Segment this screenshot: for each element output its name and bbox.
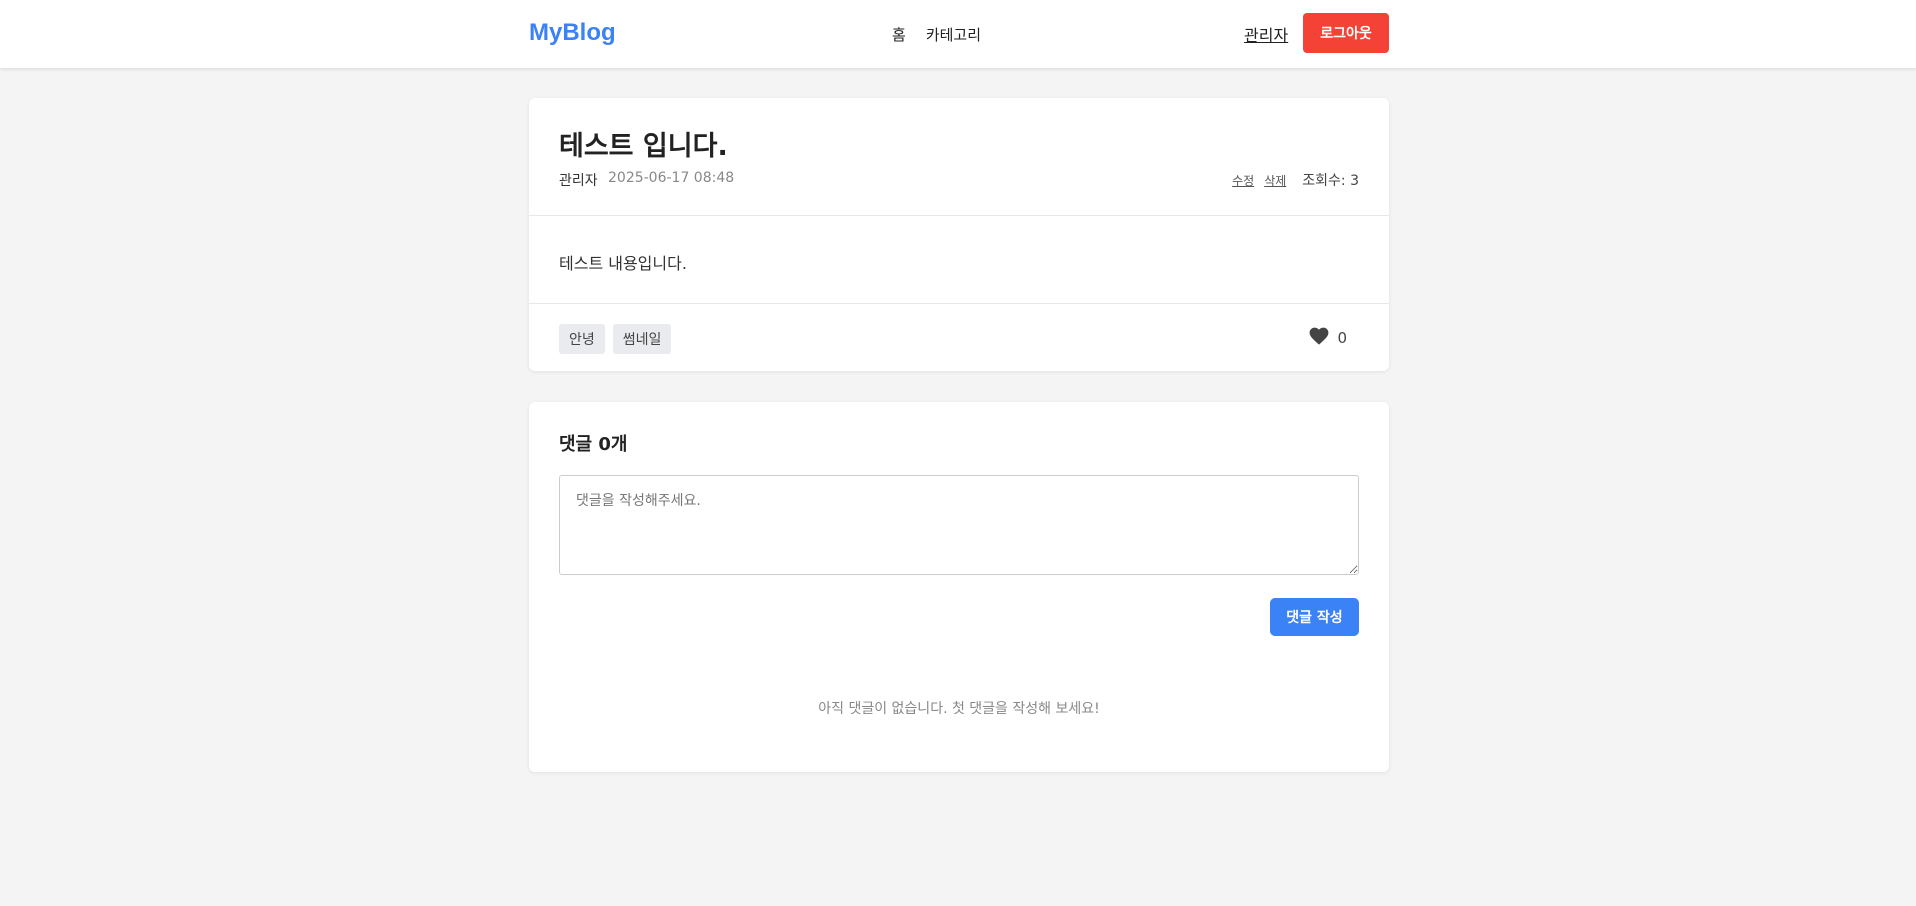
post-content: 테스트 내용입니다. — [559, 254, 687, 273]
delete-post-link[interactable]: 삭제 — [1264, 172, 1286, 189]
post-meta-actions: 수정 삭제 조회수: 3 — [1232, 170, 1359, 190]
post-author: 관리자 — [559, 173, 598, 189]
post-date: 2025-06-17 08:48 — [608, 170, 735, 186]
like-button[interactable]: 0 — [1309, 327, 1347, 349]
site-logo[interactable]: MyBlog — [529, 19, 616, 47]
like-count: 0 — [1337, 329, 1347, 347]
nav-home[interactable]: 홈 — [892, 24, 906, 45]
site-header: MyBlog 홈 카테고리 관리자 로그아웃 — [0, 0, 1916, 68]
empty-comments-message: 아직 댓글이 없습니다. 첫 댓글을 작성해 보세요! — [818, 701, 1100, 717]
comment-input[interactable] — [559, 475, 1359, 575]
divider — [529, 303, 1389, 304]
edit-post-link[interactable]: 수정 — [1232, 172, 1254, 189]
comment-section: 댓글 0개 댓글 작성 아직 댓글이 없습니다. 첫 댓글을 작성해 보세요! — [529, 402, 1389, 772]
user-profile-link[interactable]: 관리자 — [1244, 22, 1288, 46]
tag-item[interactable]: 썸네일 — [612, 324, 672, 354]
view-count: 조회수: 3 — [1302, 173, 1359, 189]
post-title: 테스트 입니다. — [559, 131, 728, 162]
heart-icon — [1309, 327, 1329, 349]
divider — [529, 215, 1389, 216]
main-nav: 홈 카테고리 — [892, 24, 981, 45]
header-inner: MyBlog 홈 카테고리 관리자 로그아웃 — [529, 0, 1389, 68]
tag-list: 안녕 썸네일 — [559, 324, 672, 354]
comment-count-heading: 댓글 0개 — [559, 434, 628, 455]
submit-comment-button[interactable]: 댓글 작성 — [1270, 598, 1359, 636]
logout-button[interactable]: 로그아웃 — [1303, 13, 1389, 53]
tag-item[interactable]: 안녕 — [559, 324, 605, 354]
nav-categories[interactable]: 카테고리 — [926, 24, 981, 45]
post-card: 테스트 입니다. 관리자 2025-06-17 08:48 수정 삭제 조회수:… — [529, 98, 1389, 371]
